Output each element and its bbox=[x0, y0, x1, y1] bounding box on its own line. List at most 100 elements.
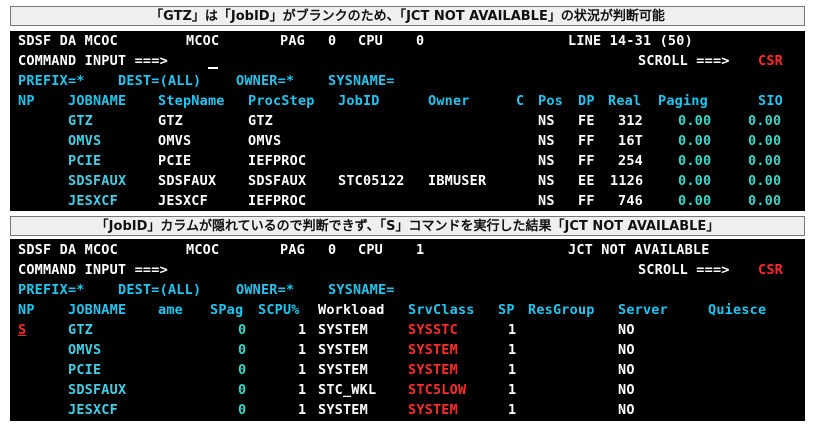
col-server: Server bbox=[618, 302, 668, 318]
col-spag: SPag bbox=[210, 302, 244, 318]
row-server: NO bbox=[618, 382, 635, 398]
command-line: COMMAND INPUT ===> SCROLL ===> CSR bbox=[10, 51, 805, 71]
cpu-label: CPU bbox=[358, 242, 383, 258]
filter-line: PREFIX=* DEST=(ALL) OWNER=* SYSNAME= bbox=[10, 280, 805, 300]
pag-label: PAG bbox=[280, 242, 305, 258]
row-jobname: PCIE bbox=[68, 153, 102, 169]
row-jobid: STC05122 bbox=[338, 173, 405, 189]
row-sp: 1 bbox=[508, 322, 517, 338]
col-c: C bbox=[516, 93, 525, 109]
row-server: NO bbox=[618, 402, 635, 418]
row-real: 254 bbox=[618, 153, 643, 169]
system-name: MCOC bbox=[186, 242, 220, 258]
row-jobname: JESXCF bbox=[68, 193, 118, 209]
row-spag: 0 bbox=[238, 362, 247, 378]
row-np-command[interactable]: S bbox=[18, 320, 26, 340]
sysname-filter: SYSNAME= bbox=[328, 73, 395, 89]
col-quiesce: Quiesce bbox=[708, 302, 767, 318]
row-jobname: SDSFAUX bbox=[68, 173, 127, 189]
col-paging: Paging bbox=[658, 93, 708, 109]
table-row[interactable]: OMVS OMVS OMVS NS FF 16T 0.00 0.00 bbox=[10, 131, 805, 151]
cpu-value: 0 bbox=[416, 33, 425, 49]
row-srvclass: SYSSTC bbox=[408, 322, 458, 338]
row-jobname: GTZ bbox=[68, 113, 93, 129]
line-indicator: LINE 14-31 (50) bbox=[568, 33, 693, 49]
column-header-row: NP JOBNAME ame SPag SCPU% Workload SrvCl… bbox=[10, 300, 805, 320]
command-input[interactable] bbox=[208, 67, 218, 69]
col-scpu: SCPU% bbox=[258, 302, 300, 318]
row-scpu: 1 bbox=[298, 362, 307, 378]
terminal-screen-bottom: SDSF DA MCOC MCOC PAG 0 CPU 1 JCT NOT AV… bbox=[10, 239, 805, 421]
table-row[interactable]: S GTZ 0 1 SYSTEM SYSSTC 1 NO bbox=[10, 320, 805, 340]
col-real: Real bbox=[608, 93, 642, 109]
table-row[interactable]: PCIE 0 1 SYSTEM SYSTEM 1 NO bbox=[10, 360, 805, 380]
row-scpu: 1 bbox=[298, 322, 307, 338]
terminal-screen-top: SDSF DA MCOC MCOC PAG 0 CPU 0 LINE 14-31… bbox=[10, 31, 805, 211]
row-server: NO bbox=[618, 322, 635, 338]
row-jobname: JESXCF bbox=[68, 402, 118, 418]
row-real: 16T bbox=[618, 133, 643, 149]
row-paging: 0.00 bbox=[678, 113, 712, 129]
row-jobname: GTZ bbox=[68, 322, 93, 338]
row-pos: NS bbox=[538, 113, 555, 129]
row-dp: FE bbox=[578, 113, 595, 129]
row-scpu: 1 bbox=[298, 402, 307, 418]
filter-line: PREFIX=* DEST=(ALL) OWNER=* SYSNAME= bbox=[10, 71, 805, 91]
caption-bottom: 「JobID」カラムが隠れているので判断できず、「S」コマンドを実行した結果「J… bbox=[10, 216, 805, 236]
col-np: NP bbox=[18, 302, 35, 318]
command-input-label: COMMAND INPUT ===> bbox=[18, 262, 168, 278]
row-srvclass: STC5LOW bbox=[408, 382, 467, 398]
row-sio: 0.00 bbox=[748, 133, 782, 149]
row-scpu: 1 bbox=[298, 342, 307, 358]
pag-label: PAG bbox=[280, 33, 305, 49]
row-srvclass: SYSTEM bbox=[408, 362, 458, 378]
row-stepname: SDSFAUX bbox=[158, 173, 217, 189]
panel-title: SDSF DA MCOC bbox=[18, 33, 118, 49]
table-row[interactable]: JESXCF JESXCF IEFPROC NS FF 746 0.00 0.0… bbox=[10, 191, 805, 211]
pag-value: 0 bbox=[328, 33, 337, 49]
col-np: NP bbox=[18, 93, 35, 109]
col-jobname: JOBNAME bbox=[68, 302, 127, 318]
col-sp: SP bbox=[498, 302, 515, 318]
row-spag: 0 bbox=[238, 342, 247, 358]
row-paging: 0.00 bbox=[678, 153, 712, 169]
row-real: 312 bbox=[618, 113, 643, 129]
row-scpu: 1 bbox=[298, 382, 307, 398]
row-dp: FF bbox=[578, 133, 595, 149]
row-sp: 1 bbox=[508, 382, 517, 398]
prefix-filter: PREFIX=* bbox=[18, 73, 85, 89]
row-spag: 0 bbox=[238, 322, 247, 338]
row-stepname: PCIE bbox=[158, 153, 192, 169]
table-row[interactable]: JESXCF 0 1 SYSTEM SYSTEM 1 NO bbox=[10, 400, 805, 420]
scroll-value[interactable]: CSR bbox=[758, 51, 783, 71]
table-row[interactable]: PCIE PCIE IEFPROC NS FF 254 0.00 0.00 bbox=[10, 151, 805, 171]
table-row[interactable]: GTZ GTZ GTZ NS FE 312 0.00 0.00 bbox=[10, 111, 805, 131]
dest-filter: DEST=(ALL) bbox=[118, 282, 202, 298]
table-row[interactable]: OMVS 0 1 SYSTEM SYSTEM 1 NO bbox=[10, 340, 805, 360]
panel-title: SDSF DA MCOC bbox=[18, 242, 118, 258]
column-header-row: NP JOBNAME StepName ProcStep JobID Owner… bbox=[10, 91, 805, 111]
row-sp: 1 bbox=[508, 342, 517, 358]
row-sio: 0.00 bbox=[748, 193, 782, 209]
table-row[interactable]: SDSFAUX 0 1 STC_WKL STC5LOW 1 NO bbox=[10, 380, 805, 400]
row-paging: 0.00 bbox=[678, 173, 712, 189]
cpu-value: 1 bbox=[416, 242, 425, 258]
col-jobid: JobID bbox=[338, 93, 380, 109]
row-stepname: OMVS bbox=[158, 133, 192, 149]
row-workload: SYSTEM bbox=[318, 342, 368, 358]
owner-filter: OWNER=* bbox=[236, 73, 295, 89]
row-sio: 0.00 bbox=[748, 153, 782, 169]
prefix-filter: PREFIX=* bbox=[18, 282, 85, 298]
scroll-value[interactable]: CSR bbox=[758, 260, 783, 280]
col-jobname: JOBNAME bbox=[68, 93, 127, 109]
row-pos: NS bbox=[538, 153, 555, 169]
col-procstep: ProcStep bbox=[248, 93, 315, 109]
row-jobname: OMVS bbox=[68, 133, 102, 149]
row-stepname: JESXCF bbox=[158, 193, 208, 209]
table-row[interactable]: SDSFAUX SDSFAUX SDSFAUX STC05122 IBMUSER… bbox=[10, 171, 805, 191]
command-input[interactable] bbox=[208, 260, 388, 280]
status-message: JCT NOT AVAILABLE bbox=[568, 242, 710, 258]
row-dp: FF bbox=[578, 193, 595, 209]
owner-filter: OWNER=* bbox=[236, 282, 295, 298]
col-pos: Pos bbox=[538, 93, 563, 109]
